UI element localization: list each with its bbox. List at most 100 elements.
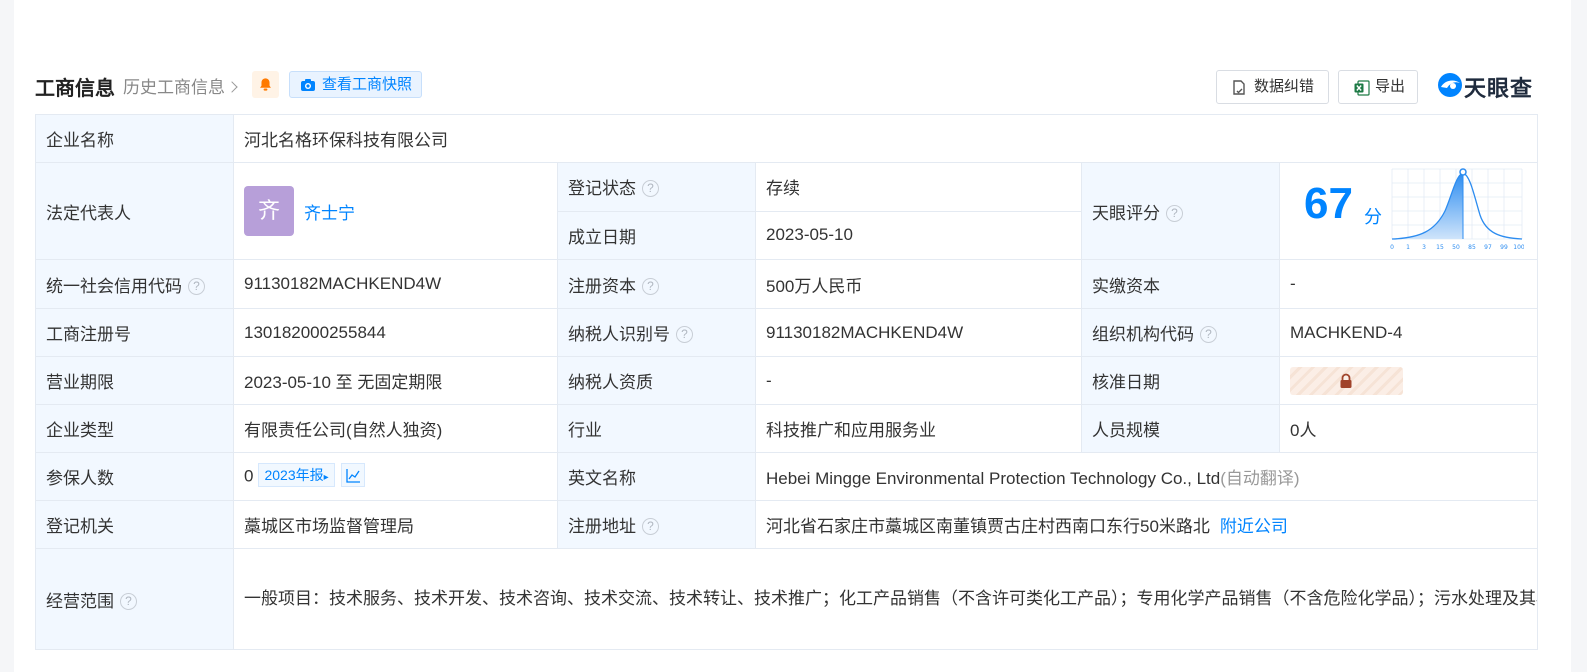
english-name-label: 英文名称	[557, 452, 756, 501]
help-icon[interactable]: ?	[676, 326, 693, 343]
data-correction-label: 数据纠错	[1254, 78, 1315, 95]
company-name-value: 河北名格环保科技有限公司	[233, 114, 1538, 163]
company-name-label: 企业名称	[35, 114, 234, 163]
export-label: 导出	[1375, 78, 1406, 95]
approval-date-label: 核准日期	[1081, 356, 1280, 405]
legal-rep-label: 法定代表人	[35, 162, 234, 260]
history-info-link[interactable]: 历史工商信息	[123, 73, 238, 98]
trend-chart-button[interactable]	[340, 462, 365, 487]
reg-address-cell: 河北省石家庄市藁城区南董镇贾古庄村西南口东行50米路北 附近公司	[755, 500, 1538, 549]
score-axis-tick: 3	[1422, 244, 1426, 251]
logo-text: 天眼查	[1464, 76, 1534, 101]
reg-status-label-cell: 登记状态?	[557, 162, 756, 212]
taxpayer-id-label: 纳税人识别号	[568, 325, 670, 344]
caret-right-icon: ▸	[323, 471, 329, 483]
taxpayer-qual-label: 纳税人资质	[557, 356, 756, 405]
score-unit: 分	[1364, 207, 1382, 227]
score-axis-tick: 97	[1484, 244, 1492, 251]
locked-vip-content[interactable]	[1290, 366, 1403, 395]
legal-rep-cell: 齐齐士宁	[233, 162, 558, 260]
reg-address-value: 河北省石家庄市藁城区南董镇贾古庄村西南口东行50米路北	[766, 517, 1210, 536]
tianyancha-eye-icon	[1438, 73, 1462, 97]
history-info-label: 历史工商信息	[123, 78, 225, 97]
excel-icon	[1354, 80, 1370, 96]
help-icon[interactable]: ?	[1200, 326, 1217, 343]
document-check-icon	[1233, 80, 1245, 95]
taxpayer-qual-value: -	[755, 356, 1082, 405]
table-row: 企业类型 有限责任公司(自然人独资) 行业 科技推广和应用服务业 人员规模 0人	[35, 404, 1538, 453]
table-row: 登记机关 藁城区市场监督管理局 注册地址? 河北省石家庄市藁城区南董镇贾古庄村西…	[35, 500, 1538, 549]
help-icon[interactable]: ?	[642, 180, 659, 198]
score-distribution-chart: 0 1 3 15 50 85 97 99 100	[1390, 168, 1524, 251]
avatar: 齐	[244, 186, 294, 236]
table-row: 经营范围? 一般项目：技术服务、技术开发、技术咨询、技术交流、技术转让、技术推广…	[35, 548, 1538, 650]
help-icon[interactable]: ?	[642, 277, 659, 295]
reg-address-label: 注册地址	[568, 517, 636, 536]
insured-value: 0	[244, 465, 254, 485]
reg-status-label: 登记状态	[568, 179, 636, 199]
table-row: 参保人数 0 2023年报▸ 英文名称 Hebei Mingge Environm…	[35, 452, 1538, 501]
reg-status-value: 存续	[755, 162, 1082, 212]
help-icon[interactable]: ?	[1166, 204, 1183, 222]
auto-translate-note: (自动翻译)	[1220, 469, 1300, 488]
score-axis-tick: 1	[1406, 244, 1410, 251]
view-snapshot-label: 查看工商快照	[322, 76, 413, 93]
monitor-bell-button[interactable]	[252, 71, 279, 98]
annual-report-tag[interactable]: 2023年报▸	[258, 462, 335, 487]
org-code-value: MACHKEND-4	[1279, 308, 1538, 357]
score-widget[interactable]: 67 分 0 1 3 15 50 85 97 99 100	[1290, 164, 1527, 259]
help-icon[interactable]: ?	[120, 592, 137, 610]
score-axis-tick: 15	[1436, 244, 1444, 251]
table-row: 统一社会信用代码? 91130182MACHKEND4W 注册资本? 500万人…	[35, 259, 1538, 309]
biz-reg-no-label: 工商注册号	[35, 308, 234, 357]
score-label-cell: 天眼评分?	[1081, 162, 1280, 260]
org-code-label-cell: 组织机构代码?	[1081, 308, 1280, 357]
lock-icon	[1340, 373, 1352, 388]
reg-capital-value: 500万人民币	[755, 259, 1082, 309]
line-chart-icon	[346, 468, 360, 483]
taxpayer-id-label-cell: 纳税人识别号?	[557, 308, 756, 357]
company-type-label: 企业类型	[35, 404, 234, 453]
annual-report-label: 2023年报	[264, 466, 324, 483]
org-code-label: 组织机构代码	[1092, 325, 1194, 344]
biz-scope-label-cell: 经营范围?	[35, 548, 234, 650]
reg-authority-value: 藁城区市场监督管理局	[233, 500, 558, 549]
credit-code-label: 统一社会信用代码	[46, 276, 182, 296]
taxpayer-id-value: 91130182MACHKEND4W	[755, 308, 1082, 357]
legal-rep-name-link[interactable]: 齐士宁	[304, 199, 355, 224]
staff-size-value: 0人	[1279, 404, 1538, 453]
score-axis-tick: 0	[1390, 244, 1394, 251]
nearby-companies-link[interactable]: 附近公司	[1220, 517, 1288, 536]
paid-capital-value: -	[1279, 259, 1538, 309]
data-correction-button[interactable]: 数据纠错	[1216, 70, 1329, 104]
view-snapshot-button[interactable]: 查看工商快照	[289, 71, 422, 98]
score-axis-tick: 99	[1500, 244, 1508, 251]
reg-authority-label: 登记机关	[35, 500, 234, 549]
bell-icon	[260, 78, 271, 91]
insured-label: 参保人数	[35, 452, 234, 501]
reg-address-label-cell: 注册地址?	[557, 500, 756, 549]
score-axis-tick: 85	[1468, 244, 1476, 251]
reg-capital-label-cell: 注册资本?	[557, 259, 756, 309]
score-axis-tick: 100	[1513, 244, 1524, 251]
biz-term-value: 2023-05-10 至 无固定期限	[233, 356, 558, 405]
export-button[interactable]: 导出	[1338, 70, 1418, 104]
reg-capital-label: 注册资本	[568, 276, 636, 296]
est-date-value: 2023-05-10	[755, 210, 1082, 260]
industry-value: 科技推广和应用服务业	[755, 404, 1082, 453]
table-row: 企业名称 河北名格环保科技有限公司	[35, 114, 1538, 163]
biz-term-label: 营业期限	[35, 356, 234, 405]
score-axis-tick: 50	[1452, 244, 1460, 251]
biz-scope-label: 经营范围	[46, 591, 114, 611]
help-icon[interactable]: ?	[642, 518, 659, 535]
help-icon[interactable]: ?	[188, 277, 205, 295]
table-row: 工商注册号 130182000255844 纳税人识别号? 91130182MA…	[35, 308, 1538, 357]
english-name-cell: Hebei Mingge Environmental Protection Te…	[755, 452, 1538, 501]
section-title: 工商信息	[35, 78, 115, 100]
biz-scope-value: 一般项目：技术服务、技术开发、技术咨询、技术交流、技术转让、技术推广；化工产品销…	[233, 548, 1538, 650]
company-type-value: 有限责任公司(自然人独资)	[233, 404, 558, 453]
credit-code-value: 91130182MACHKEND4W	[233, 259, 558, 309]
section-header: 工商信息 历史工商信息 查看工商快照 数据纠错 导出 天眼查	[35, 70, 1537, 104]
credit-code-label-cell: 统一社会信用代码?	[35, 259, 234, 309]
paid-capital-label: 实缴资本	[1081, 259, 1280, 309]
